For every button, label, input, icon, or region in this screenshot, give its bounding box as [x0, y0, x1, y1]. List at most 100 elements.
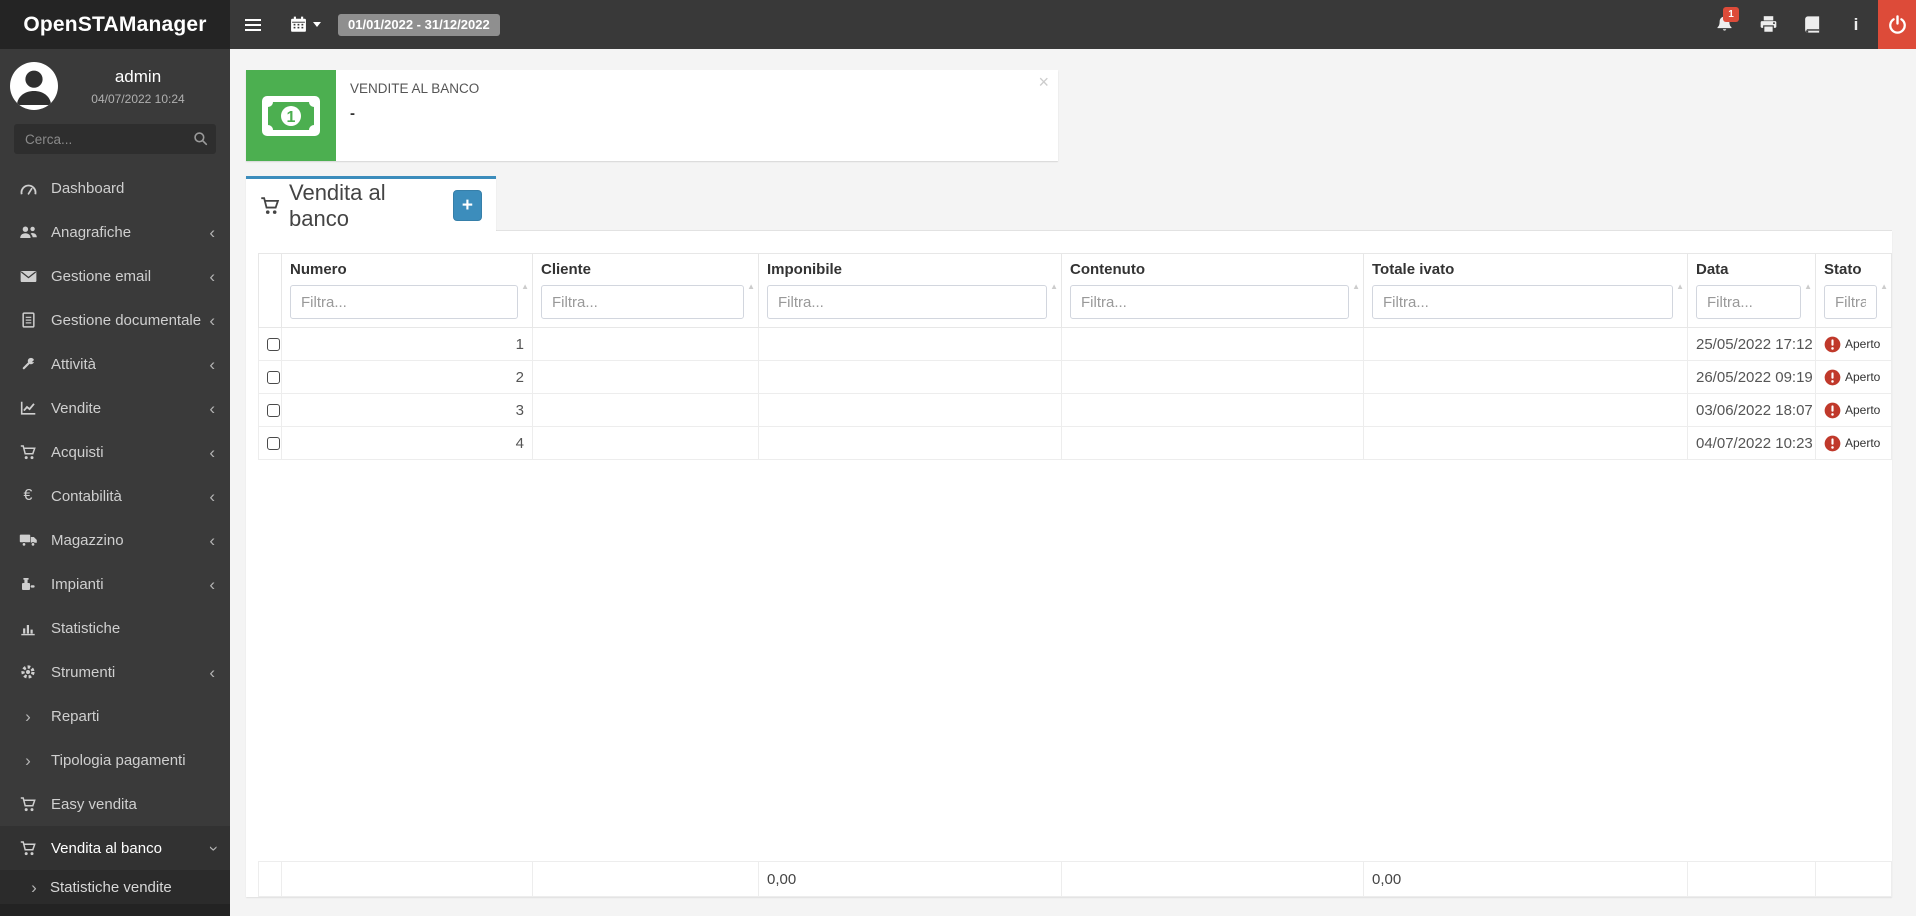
column-header-stato[interactable]: Stato ▲	[1815, 253, 1892, 328]
filter-input-totale-ivato[interactable]	[1372, 285, 1673, 319]
vendite-al-banco-widget[interactable]: 1 VENDITE AL BANCO - ×	[246, 70, 1058, 161]
bar-chart-icon	[18, 621, 38, 636]
sidebar-item-dashboard[interactable]: Dashboard	[0, 166, 230, 210]
calendar-dropdown-button[interactable]	[276, 0, 330, 49]
sidebar-item-vendita-al-banco[interactable]: Vendita al banco ‹	[0, 826, 230, 870]
filter-input-cliente[interactable]	[541, 285, 744, 319]
sidebar-item-strumenti[interactable]: Strumenti ‹	[0, 650, 230, 694]
sidebar-item-label: Easy vendita	[51, 795, 137, 813]
sidebar-item-easy-vendita[interactable]: Easy vendita	[0, 782, 230, 826]
print-button[interactable]	[1746, 0, 1790, 49]
sort-icon[interactable]: ▲	[1352, 282, 1360, 291]
info-button[interactable]: i	[1834, 0, 1878, 49]
wrench-icon	[18, 356, 38, 372]
sort-icon[interactable]: ▲	[1676, 282, 1684, 291]
search-icon[interactable]	[193, 131, 208, 146]
chevron-left-icon: ‹	[209, 486, 215, 506]
info-icon: i	[1853, 14, 1859, 34]
filter-input-data[interactable]	[1696, 285, 1801, 319]
logout-button[interactable]	[1878, 0, 1916, 49]
menu-toggle-button[interactable]	[230, 0, 276, 49]
row-checkbox[interactable]	[267, 371, 280, 385]
sidebar-item-gestione-documentale[interactable]: Gestione documentale ‹	[0, 298, 230, 342]
select-all-header	[258, 253, 282, 328]
row-checkbox[interactable]	[267, 404, 280, 418]
records-panel: Numero ▲ Cliente ▲ Imponibile ▲	[246, 231, 1892, 897]
app-logo[interactable]: OpenSTAManager	[0, 0, 230, 49]
panel-title-wrap: Vendita al banco	[260, 180, 440, 232]
cart-icon	[260, 196, 281, 215]
table-row[interactable]: 1 25/05/2022 17:12 Aperto	[258, 327, 1892, 361]
column-label: Stato	[1824, 261, 1862, 278]
docs-button[interactable]	[1790, 0, 1834, 49]
footer-cell-contenuto	[1061, 861, 1364, 897]
row-checkbox-cell	[258, 393, 282, 427]
sidebar-item-tipologia-pagamenti[interactable]: › Tipologia pagamenti	[0, 738, 230, 782]
footer-cell-numero	[281, 861, 533, 897]
date-range-badge[interactable]: 01/01/2022 - 31/12/2022	[338, 13, 500, 36]
notifications-button[interactable]: 1	[1702, 0, 1746, 49]
sort-icon[interactable]: ▲	[521, 282, 529, 291]
cart-icon	[18, 840, 38, 856]
cell-totale-ivato	[1363, 393, 1688, 427]
sidebar-item-impianti[interactable]: Impianti ‹	[0, 562, 230, 606]
table-row[interactable]: 3 03/06/2022 18:07 Aperto	[258, 393, 1892, 427]
cell-contenuto	[1061, 426, 1364, 460]
sort-icon[interactable]: ▲	[1880, 282, 1888, 291]
sidebar-item-statistiche[interactable]: Statistiche	[0, 606, 230, 650]
column-header-contenuto[interactable]: Contenuto ▲	[1061, 253, 1364, 328]
sort-icon[interactable]: ▲	[747, 282, 755, 291]
cell-stato: Aperto	[1815, 327, 1892, 361]
column-header-numero[interactable]: Numero ▲	[281, 253, 533, 328]
close-icon[interactable]: ×	[1038, 72, 1049, 94]
cell-cliente	[532, 327, 759, 361]
chevron-right-icon: ›	[25, 750, 31, 770]
column-header-totale-ivato[interactable]: Totale ivato ▲	[1363, 253, 1688, 328]
cell-totale-ivato	[1363, 360, 1688, 394]
table-row[interactable]: 4 04/07/2022 10:23 Aperto	[258, 426, 1892, 460]
cell-data: 04/07/2022 10:23	[1687, 426, 1816, 460]
row-checkbox[interactable]	[267, 437, 280, 451]
footer-cell-data	[1687, 861, 1816, 897]
sidebar-item-label: Acquisti	[51, 443, 104, 461]
cell-data: 03/06/2022 18:07	[1687, 393, 1816, 427]
sidebar-item-magazzino[interactable]: Magazzino ‹	[0, 518, 230, 562]
sort-icon[interactable]: ▲	[1804, 282, 1812, 291]
filter-input-contenuto[interactable]	[1070, 285, 1349, 319]
gauge-icon	[18, 181, 38, 196]
cell-numero: 1	[281, 327, 533, 361]
sort-icon[interactable]: ▲	[1050, 282, 1058, 291]
row-checkbox[interactable]	[267, 338, 280, 352]
column-header-imponibile[interactable]: Imponibile ▲	[758, 253, 1062, 328]
sidebar-item-attivita[interactable]: Attività ‹	[0, 342, 230, 386]
sidebar-item-gestione-email[interactable]: Gestione email ‹	[0, 254, 230, 298]
sidebar-item-reparti[interactable]: › Reparti	[0, 694, 230, 738]
svg-text:1: 1	[287, 109, 296, 126]
user-name: admin	[114, 66, 162, 86]
sidebar-item-anagrafiche[interactable]: Anagrafiche ‹	[0, 210, 230, 254]
row-checkbox-cell	[258, 327, 282, 361]
table-row[interactable]: 2 26/05/2022 09:19 Aperto	[258, 360, 1892, 394]
column-header-data[interactable]: Data ▲	[1687, 253, 1816, 328]
column-header-cliente[interactable]: Cliente ▲	[532, 253, 759, 328]
sidebar-item-label: Magazzino	[51, 531, 124, 549]
sidebar-item-statistiche-vendite[interactable]: › Statistiche vendite	[0, 870, 230, 904]
tab-vendita-al-banco[interactable]: Vendita al banco +	[246, 176, 496, 232]
sidebar-item-vendite[interactable]: Vendite ‹	[0, 386, 230, 430]
panel-title: Vendita al banco	[289, 179, 386, 231]
sidebar-item-acquisti[interactable]: Acquisti ‹	[0, 430, 230, 474]
chevron-left-icon: ‹	[209, 310, 215, 330]
chevron-left-icon: ‹	[209, 442, 215, 462]
envelope-icon	[18, 270, 38, 283]
search-input[interactable]	[14, 124, 216, 154]
filter-input-stato[interactable]	[1824, 285, 1877, 319]
add-record-button[interactable]: +	[452, 190, 482, 221]
sidebar-item-contabilita[interactable]: € Contabilità ‹	[0, 474, 230, 518]
avatar[interactable]	[10, 62, 58, 110]
user-last-access: 04/07/2022 10:24	[91, 91, 185, 106]
footer-cell	[258, 861, 282, 897]
filter-input-numero[interactable]	[290, 285, 518, 319]
chevron-left-icon: ‹	[209, 530, 215, 550]
sidebar-item-label: Contabilità	[51, 487, 122, 505]
filter-input-imponibile[interactable]	[767, 285, 1047, 319]
